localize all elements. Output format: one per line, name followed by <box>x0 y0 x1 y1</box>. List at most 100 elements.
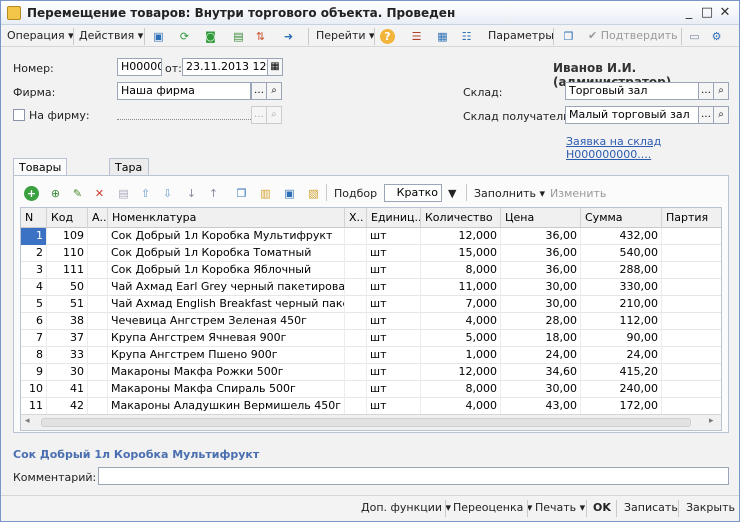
table-cell[interactable]: 15,000 <box>421 245 501 262</box>
table-cell[interactable]: 8,000 <box>421 262 501 279</box>
table-cell[interactable]: 5,000 <box>421 330 501 347</box>
table-cell[interactable]: шт <box>367 313 421 330</box>
table-cell[interactable]: 12,000 <box>421 364 501 381</box>
table-cell[interactable] <box>88 398 108 415</box>
move-down-icon[interactable]: ⇩ <box>160 186 175 201</box>
based-on-icon[interactable]: ➜ <box>281 29 296 44</box>
list-icon[interactable]: ☰ <box>409 29 424 44</box>
column-header[interactable]: Цена <box>501 208 581 228</box>
chevron-down-icon[interactable]: ▼ <box>448 186 456 202</box>
table-row[interactable]: 9 30 Макароны Макфа Рожки 500г шт 12,000 34,6… <box>21 364 721 381</box>
table-cell[interactable]: 33 <box>47 347 88 364</box>
table-row[interactable]: 3 111 Сок Добрый 1л Коробка Яблочный шт 8,00… <box>21 262 721 279</box>
sort-desc-icon[interactable]: ↑ <box>206 186 221 201</box>
warehouse-recv-field[interactable]: Малый торговый зал <box>565 106 699 124</box>
table-cell[interactable]: 38 <box>47 313 88 330</box>
copy-icon[interactable]: ❐ <box>561 29 576 44</box>
table-cell[interactable] <box>662 262 721 279</box>
table-cell[interactable]: Сок Добрый 1л Коробка Мультифрукт <box>108 228 345 245</box>
table-cell[interactable] <box>88 313 108 330</box>
table-row[interactable]: 7 37 Крупа Ангстрем Ячневая 900г шт 5,000 18,… <box>21 330 721 347</box>
table-cell[interactable]: 8,000 <box>421 381 501 398</box>
table-cell[interactable]: шт <box>367 296 421 313</box>
table-cell[interactable]: 109 <box>47 228 88 245</box>
table-cell[interactable] <box>345 245 367 262</box>
warehouse-select-button[interactable]: … <box>698 82 714 100</box>
table-cell[interactable]: Чечевица Ангстрем Зеленая 450г <box>108 313 345 330</box>
table-cell[interactable]: шт <box>367 381 421 398</box>
table-cell[interactable]: 37 <box>47 330 88 347</box>
table-cell[interactable]: Сок Добрый 1л Коробка Яблочный <box>108 262 345 279</box>
table-row[interactable]: 8 33 Крупа Ангстрем Пшено 900г шт 1,000 24,00… <box>21 347 721 364</box>
table-cell[interactable]: 7 <box>21 330 47 347</box>
print-menu[interactable]: Печать ▾ <box>535 501 585 514</box>
table-cell[interactable] <box>88 228 108 245</box>
refresh-icon[interactable]: ⟳ <box>177 29 192 44</box>
table-cell[interactable]: 11 <box>21 398 47 415</box>
column-header[interactable]: Номенклатура <box>108 208 345 228</box>
warehouse-recv-select-button[interactable]: … <box>698 106 714 124</box>
delete-icon[interactable]: ✕ <box>92 186 107 201</box>
table-cell[interactable]: 210,00 <box>581 296 662 313</box>
table-cell[interactable]: 24,00 <box>581 347 662 364</box>
table-cell[interactable]: 7,000 <box>421 296 501 313</box>
column-header[interactable]: Код <box>47 208 88 228</box>
table-cell[interactable]: 415,20 <box>581 364 662 381</box>
tab-tare[interactable]: Тара (0 поз.) <box>109 158 149 208</box>
parameters-button[interactable]: Параметры <box>488 28 554 44</box>
table-cell[interactable]: 112,00 <box>581 313 662 330</box>
close-form-button[interactable]: Закрыть <box>686 501 735 514</box>
table-cell[interactable]: 1 <box>21 228 47 245</box>
table-cell[interactable]: шт <box>367 228 421 245</box>
table-cell[interactable] <box>345 262 367 279</box>
table-cell[interactable] <box>88 381 108 398</box>
search-icon[interactable]: ⌕ <box>266 106 282 124</box>
table-cell[interactable]: Макароны Макфа Спираль 500г <box>108 381 345 398</box>
load-icon[interactable]: ▧ <box>306 186 321 201</box>
table-cell[interactable]: 1,000 <box>421 347 501 364</box>
table-cell[interactable]: 30,00 <box>501 381 581 398</box>
column-header[interactable]: Единиц... <box>367 208 421 228</box>
table-cell[interactable]: 3 <box>21 262 47 279</box>
on-firm-field[interactable] <box>117 119 251 120</box>
table-cell[interactable]: 11,000 <box>421 279 501 296</box>
on-firm-checkbox[interactable] <box>13 109 25 121</box>
table-cell[interactable] <box>345 381 367 398</box>
movements-icon[interactable]: ⇅ <box>253 29 268 44</box>
table-cell[interactable]: 36,00 <box>501 262 581 279</box>
move-up-icon[interactable]: ⇧ <box>138 186 153 201</box>
add-icon[interactable]: + <box>24 186 39 201</box>
close-button[interactable]: ✕ <box>717 5 733 21</box>
table-cell[interactable] <box>88 245 108 262</box>
table-icon[interactable]: ▦ <box>435 29 450 44</box>
table-cell[interactable]: 30,00 <box>501 296 581 313</box>
change-button[interactable]: Изменить <box>550 186 606 202</box>
table-cell[interactable]: Чай Ахмад Earl Grey черный пакетированн.… <box>108 279 345 296</box>
edit-icon[interactable]: ✎ <box>70 186 85 201</box>
table-cell[interactable]: Чай Ахмад English Breakfast черный пакет… <box>108 296 345 313</box>
table-cell[interactable] <box>662 398 721 415</box>
table-cell[interactable]: Макароны Макфа Рожки 500г <box>108 364 345 381</box>
column-header[interactable]: А.. <box>88 208 108 228</box>
table-cell[interactable]: 9 <box>21 364 47 381</box>
table-cell[interactable]: 110 <box>47 245 88 262</box>
open-icon[interactable]: ▣ <box>151 29 166 44</box>
table-cell[interactable] <box>662 279 721 296</box>
table-cell[interactable]: 111 <box>47 262 88 279</box>
number-field[interactable]: Н000000 <box>117 58 162 76</box>
paste-icon[interactable]: ▥ <box>258 186 273 201</box>
column-header[interactable]: Партия <box>662 208 721 228</box>
table-cell[interactable]: 330,00 <box>581 279 662 296</box>
table-cell[interactable]: 24,00 <box>501 347 581 364</box>
table-cell[interactable]: 6 <box>21 313 47 330</box>
table-cell[interactable]: 28,00 <box>501 313 581 330</box>
table-cell[interactable]: 4 <box>21 279 47 296</box>
structure-icon[interactable]: ▤ <box>231 29 246 44</box>
column-header[interactable]: Количество <box>421 208 501 228</box>
table-cell[interactable] <box>345 313 367 330</box>
table-cell[interactable] <box>345 279 367 296</box>
horizontal-scrollbar[interactable]: ◂ ▸ <box>21 414 721 430</box>
calendar-icon[interactable]: ▦ <box>267 58 283 76</box>
table-cell[interactable]: 8 <box>21 347 47 364</box>
table-cell[interactable]: 540,00 <box>581 245 662 262</box>
